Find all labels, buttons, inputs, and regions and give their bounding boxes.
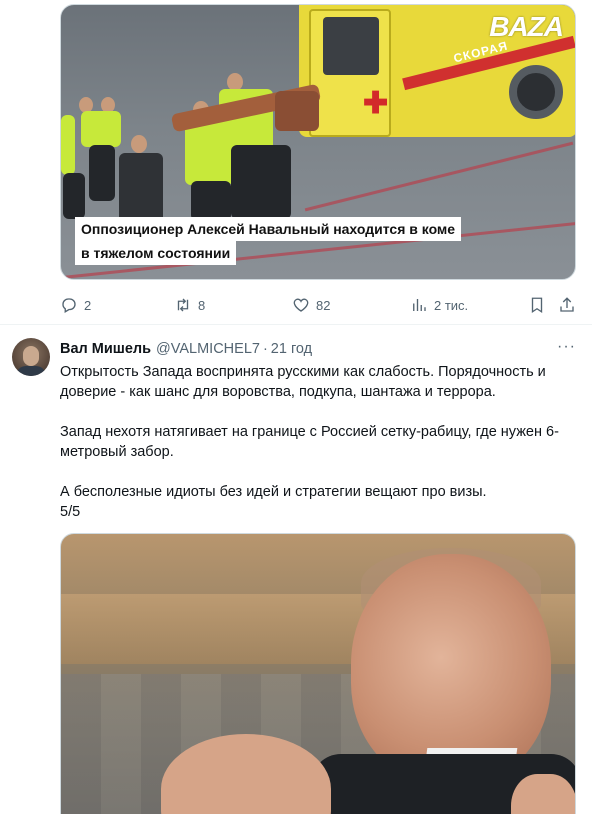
retweet-button[interactable]: 8 <box>174 296 205 314</box>
reply-count: 2 <box>84 297 92 313</box>
baza-watermark: BAZA <box>489 11 564 42</box>
tweet-text-line: доверие - как шанс для воровства, подкуп… <box>60 384 496 400</box>
reply-button[interactable]: 2 <box>60 296 91 314</box>
tweet-text: Открытость Запада воспринята русскими ка… <box>60 362 576 522</box>
tweet-divider <box>0 324 592 325</box>
tweet-header: Вал Мишель @VALMICHEL7 · 21 год ··· <box>60 338 576 358</box>
caption-line-2: в тяжелом состоянии <box>75 241 237 265</box>
red-cross-icon: ✚ <box>363 87 389 120</box>
retweet-icon <box>177 298 189 312</box>
views-button[interactable]: 2 тис. <box>410 296 468 314</box>
tweet-text-line: А бесполезные идиоты без идей и стратеги… <box>60 484 487 500</box>
heart-icon <box>293 298 309 312</box>
bookmark-icon <box>531 297 543 314</box>
tweet-timestamp[interactable]: 21 год <box>271 341 312 357</box>
more-options-button[interactable]: ··· <box>557 338 576 356</box>
tweet-action-bar: 2 8 82 2 тис. <box>60 292 576 318</box>
display-name[interactable]: Вал Мишель <box>60 341 151 357</box>
tweet-text-line: Запад нехотя натягивает на границе с Рос… <box>60 424 559 440</box>
bookmark-button[interactable] <box>528 296 546 314</box>
tweet-image-ambulance[interactable]: ✚ СКОРАЯ BAZA Оппозиционер Алексей Навал… <box>60 4 576 280</box>
tweet-text-line: 5/5 <box>60 504 81 520</box>
reply-icon <box>62 298 76 313</box>
share-icon <box>560 297 574 312</box>
separator-dot: · <box>262 341 268 357</box>
bar-chart-icon <box>413 299 426 311</box>
retweet-count: 8 <box>198 297 206 313</box>
tweet-text-line: метровый забор. <box>60 444 174 460</box>
video-caption: Оппозиционер Алексей Навальный находится… <box>75 217 462 265</box>
like-button[interactable]: 82 <box>292 296 330 314</box>
share-button[interactable] <box>558 296 576 314</box>
user-handle[interactable]: @VALMICHEL7 <box>156 341 260 357</box>
tweet-text-line: Открытость Запада воспринята русскими ка… <box>60 364 546 380</box>
avatar[interactable] <box>12 338 50 376</box>
caption-line-1: Оппозиционер Алексей Навальный находится… <box>75 217 462 241</box>
tweet-image-portrait[interactable] <box>60 533 576 814</box>
like-count: 82 <box>316 297 331 313</box>
views-count: 2 тис. <box>434 297 469 313</box>
